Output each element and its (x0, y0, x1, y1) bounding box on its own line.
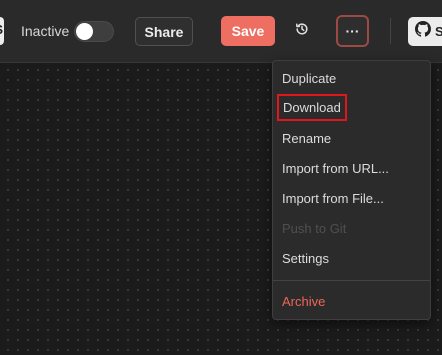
active-toggle[interactable] (74, 21, 114, 42)
menu-item-rename[interactable]: Rename (282, 131, 331, 146)
menu-separator (273, 280, 430, 281)
menu-item-import-file[interactable]: Import from File... (282, 191, 384, 206)
history-icon (295, 22, 309, 41)
workflow-editor: S Inactive Share Save ··· (0, 0, 442, 355)
menu-item-duplicate[interactable]: Duplicate (282, 71, 336, 86)
toolbar-divider (390, 18, 391, 44)
left-tab-stub[interactable]: S (0, 17, 4, 45)
github-icon (415, 21, 431, 42)
more-options-button[interactable]: ··· (336, 15, 369, 47)
save-button[interactable]: Save (221, 16, 275, 46)
menu-item-archive[interactable]: Archive (282, 294, 325, 309)
status-label: Inactive (21, 23, 70, 39)
toggle-knob (76, 23, 93, 40)
menu-item-import-url[interactable]: Import from URL... (282, 161, 389, 176)
menu-item-download[interactable]: Download (277, 94, 347, 121)
menu-item-settings[interactable]: Settings (282, 251, 329, 266)
left-tab-label: S (0, 22, 3, 37)
more-options-menu: Duplicate Download Rename Import from UR… (272, 60, 431, 320)
github-button[interactable]: S (408, 17, 442, 46)
menu-item-push-to-git: Push to Git (282, 221, 347, 236)
share-button[interactable]: Share (135, 17, 193, 46)
history-button[interactable] (289, 18, 315, 44)
github-button-label: S (435, 24, 442, 39)
top-toolbar: S Inactive Share Save ··· (0, 0, 442, 63)
